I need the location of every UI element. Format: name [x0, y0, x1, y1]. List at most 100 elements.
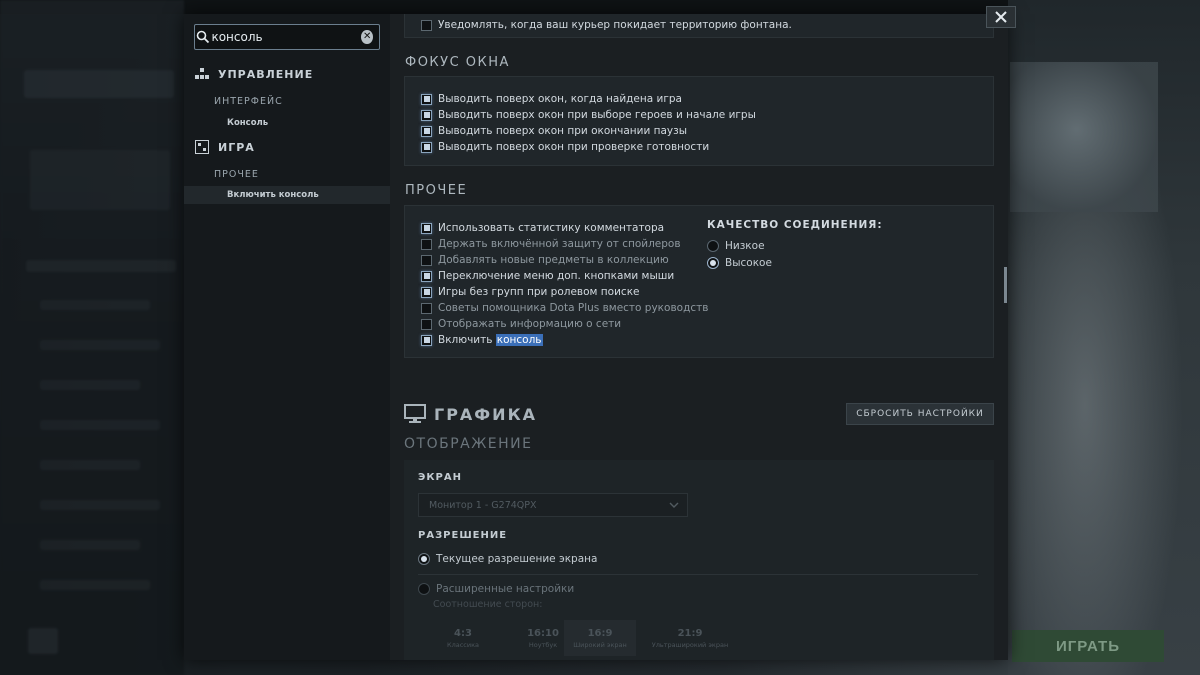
option-label: Выводить поверх окон при окончании паузы: [438, 125, 688, 137]
radio-button[interactable]: [707, 240, 719, 252]
sidebar-category-game[interactable]: ИГРА: [194, 138, 255, 156]
window-focus-panel: Выводить поверх окон, когда найдена игра…: [404, 76, 994, 166]
aspect-ratio-label: Соотношение сторон:: [433, 599, 543, 610]
connection-high-option[interactable]: Высокое: [707, 255, 772, 271]
option-spoiler-protection[interactable]: Держать включённой защиту от спойлеров: [421, 236, 681, 252]
option-focus-unpause[interactable]: Выводить поверх окон при окончании паузы: [421, 123, 687, 139]
sidebar-item-console[interactable]: Консоль: [227, 118, 268, 128]
settings-content: Уведомлять, когда ваш курьер покидает те…: [390, 14, 1008, 660]
sidebar-category-label: ИГРА: [218, 140, 255, 154]
previous-section-panel: Уведомлять, когда ваш курьер покидает те…: [404, 14, 994, 38]
checkbox[interactable]: [421, 222, 432, 234]
option-label: Расширенные настройки: [436, 583, 575, 595]
option-label: Низкое: [725, 240, 765, 252]
search-input[interactable]: [211, 26, 362, 48]
chevron-down-icon: [669, 500, 679, 511]
option-label: Включить: [438, 334, 496, 346]
checkbox[interactable]: [421, 254, 432, 266]
current-resolution-option[interactable]: Текущее разрешение экрана: [418, 551, 597, 567]
search-icon: [195, 25, 211, 49]
other-panel: Использовать статистику комментатора Дер…: [404, 205, 994, 358]
checkbox[interactable]: [421, 125, 432, 137]
monitor-icon: [404, 404, 426, 424]
option-caster-stats[interactable]: Использовать статистику комментатора: [421, 220, 664, 236]
aspect-4-3[interactable]: 4:3 Классика: [424, 620, 502, 656]
checkbox[interactable]: [421, 270, 432, 282]
scrollbar-thumb[interactable]: [1004, 267, 1007, 303]
resolution-label: РАЗРЕШЕНИЕ: [418, 530, 508, 541]
graphics-title: ГРАФИКА: [434, 404, 538, 424]
option-label: Советы помощника Dota Plus вместо руково…: [438, 302, 709, 314]
option-label: Уведомлять, когда ваш курьер покидает те…: [438, 19, 792, 31]
clear-search-icon[interactable]: ✕: [361, 30, 373, 44]
screen-label: ЭКРАН: [418, 472, 462, 483]
option-label: Переключение меню доп. кнопками мыши: [438, 270, 675, 282]
radio-button[interactable]: [707, 257, 719, 269]
sidebar-sub-other[interactable]: ПРОЧЕЕ: [214, 169, 259, 180]
checkbox[interactable]: [421, 318, 432, 330]
option-no-party-role[interactable]: Игры без групп при ролевом поиске: [421, 284, 640, 300]
close-icon: [995, 8, 1007, 27]
option-label: Держать включённой защиту от спойлеров: [438, 238, 681, 250]
option-add-items[interactable]: Добавлять новые предметы в коллекцию: [421, 252, 669, 268]
aspect-name: Ноутбук: [528, 640, 558, 649]
option-mouse-buttons[interactable]: Переключение меню доп. кнопками мыши: [421, 268, 674, 284]
game-icon: [194, 139, 210, 155]
option-focus-ready-check[interactable]: Выводить поверх окон при проверке готовн…: [421, 139, 709, 155]
aspect-21-9[interactable]: 21:9 Ультраширокий экран: [642, 620, 738, 656]
connection-low-option[interactable]: Низкое: [707, 238, 765, 254]
search-highlight: консоль: [495, 334, 543, 346]
section-title-window-focus: ФОКУС ОКНА: [405, 55, 510, 70]
option-label: Добавлять новые предметы в коллекцию: [438, 254, 669, 266]
aspect-name: Классика: [446, 640, 480, 649]
close-button[interactable]: [986, 6, 1016, 28]
monitor-select[interactable]: Монитор 1 - G274QPX: [418, 493, 688, 517]
aspect-ratio: 4:3: [454, 627, 472, 639]
checkbox[interactable]: [421, 93, 432, 105]
monitor-select-value: Монитор 1 - G274QPX: [429, 499, 537, 511]
checkbox[interactable]: [421, 302, 432, 314]
checkbox[interactable]: [421, 19, 432, 31]
sidebar-category-controls[interactable]: УПРАВЛЕНИЕ: [194, 65, 313, 83]
option-label: Выводить поверх окон, когда найдена игра: [438, 93, 682, 105]
option-label: Выводить поверх окон при выборе героев и…: [438, 109, 756, 121]
option-focus-match-found[interactable]: Выводить поверх окон, когда найдена игра: [421, 91, 682, 107]
search-box[interactable]: ✕: [194, 24, 380, 50]
option-label: Выводить поверх окон при проверке готовн…: [438, 141, 710, 153]
option-network-info[interactable]: Отображать информацию о сети: [421, 316, 621, 332]
option-courier-notice[interactable]: Уведомлять, когда ваш курьер покидает те…: [421, 17, 792, 33]
aspect-16-9[interactable]: 16:9 Широкий экран: [564, 620, 636, 656]
option-label: Использовать статистику комментатора: [438, 222, 665, 234]
checkbox[interactable]: [421, 141, 432, 153]
controls-icon: [194, 66, 210, 82]
event-poster: [1010, 62, 1158, 212]
play-button[interactable]: ИГРАТЬ: [1012, 630, 1164, 662]
option-focus-hero-pick[interactable]: Выводить поверх окон при выборе героев и…: [421, 107, 756, 123]
settings-sidebar: ✕ УПРАВЛЕНИЕ ИНТЕРФЕЙС Консоль: [184, 14, 390, 660]
sidebar-category-label: УПРАВЛЕНИЕ: [218, 67, 314, 81]
display-subtitle: ОТОБРАЖЕНИЕ: [404, 436, 533, 452]
aspect-name: Ультраширокий экран: [651, 640, 729, 649]
reset-settings-button[interactable]: СБРОСИТЬ НАСТРОЙКИ: [846, 403, 994, 425]
option-dota-plus-tips[interactable]: Советы помощника Dota Plus вместо руково…: [421, 300, 708, 316]
checkbox[interactable]: [421, 109, 432, 121]
sidebar-item-enable-console[interactable]: Включить консоль: [184, 186, 390, 204]
radio-button[interactable]: [418, 583, 430, 595]
option-enable-console[interactable]: Включить консоль: [421, 332, 543, 348]
divider: [418, 574, 978, 575]
radio-button[interactable]: [418, 553, 430, 565]
client-left-panel: [0, 0, 184, 675]
option-label: Текущее разрешение экрана: [436, 553, 598, 565]
sidebar-item-label: Включить консоль: [227, 190, 319, 200]
aspect-ratio: 16:10: [527, 627, 559, 639]
checkbox[interactable]: [421, 334, 432, 346]
option-label: Отображать информацию о сети: [438, 318, 622, 330]
checkbox[interactable]: [421, 286, 432, 298]
connection-quality-title: КАЧЕСТВО СОЕДИНЕНИЯ:: [707, 219, 883, 231]
section-title-other: ПРОЧЕЕ: [405, 183, 468, 198]
checkbox[interactable]: [421, 238, 432, 250]
advanced-resolution-option[interactable]: Расширенные настройки: [418, 581, 574, 597]
sidebar-sub-interface[interactable]: ИНТЕРФЕЙС: [214, 96, 283, 107]
aspect-name: Широкий экран: [573, 640, 627, 649]
option-label: Игры без групп при ролевом поиске: [438, 286, 640, 298]
